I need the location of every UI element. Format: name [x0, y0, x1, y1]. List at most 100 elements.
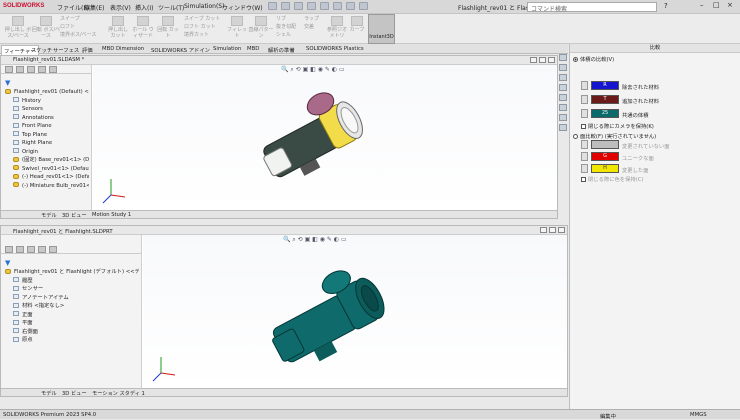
extrude-cut-button[interactable]: 押し出し カット [106, 16, 130, 39]
tab-mbd-dimension[interactable]: MBD Dimension [100, 45, 146, 53]
rib-button[interactable]: リブ [276, 16, 298, 22]
menu-insert[interactable]: 挿入(I) [135, 3, 153, 12]
tab-mbd[interactable]: MBD [245, 45, 261, 53]
tab-3d-view[interactable]: 3D ビュー [62, 212, 87, 219]
maximize-button[interactable]: □ [713, 1, 720, 9]
tab-3d-view[interactable]: 3D ビュー [62, 390, 87, 397]
removed-material-swatch[interactable]: R [591, 81, 619, 90]
tab-simulation[interactable]: Simulation [211, 45, 243, 53]
linear-pattern-button[interactable]: 直線パターン [248, 16, 274, 39]
tree-item[interactable]: History [5, 97, 89, 106]
search-input[interactable]: コマンド検索 [527, 2, 657, 13]
tree-item[interactable]: 右側面 [5, 328, 139, 337]
hole-wizard-button[interactable]: ホール ウィザード [130, 16, 156, 39]
feature-tree-icon[interactable] [5, 66, 13, 73]
tab-addins[interactable]: SOLIDWORKS アドイン [149, 45, 212, 55]
filter-icon[interactable]: ▼ [5, 79, 10, 87]
status-units[interactable]: MMGS [690, 412, 707, 418]
window-restore-button[interactable] [539, 57, 546, 63]
graphics-area-top[interactable]: 🔍 ⌕ ⟲ ▣ ◧ ◉ ✎ ◐ ▭ [93, 65, 557, 211]
help-icon[interactable]: ? [664, 2, 668, 10]
added-material-swatch[interactable]: T [591, 95, 619, 104]
tree-item[interactable]: Annotations [5, 114, 89, 123]
loft-cut-button[interactable]: ロフト カット [184, 24, 224, 30]
close-button[interactable]: × [727, 1, 733, 9]
keep-color-checkbox[interactable]: 閉じる際に色を保持(C) [581, 175, 644, 183]
tab-analysis-prep[interactable]: 解析の準備 [266, 45, 297, 55]
eye-icon[interactable] [581, 152, 588, 161]
pin-icon[interactable] [559, 124, 567, 131]
tree-item[interactable]: 原点 [5, 336, 139, 345]
draft-button[interactable]: 抜き勾配 [276, 24, 302, 30]
instant3d-button[interactable]: Instant3D [368, 14, 395, 44]
tree-item[interactable]: (-) Miniature Bulb_rev01< [5, 182, 89, 191]
design-library-icon[interactable] [559, 64, 567, 71]
tab-model[interactable]: モデル [41, 390, 57, 397]
wrap-button[interactable]: ラップ [304, 16, 326, 22]
window-restore-button[interactable] [549, 227, 556, 233]
tree-item[interactable]: Sensors [5, 105, 89, 114]
configuration-icon[interactable] [27, 246, 35, 253]
revolve-cut-button[interactable]: 回転 カット [156, 16, 180, 39]
display-manager-icon[interactable] [49, 66, 57, 73]
menu-simulation[interactable]: Simulation(S) [184, 3, 224, 10]
tree-item[interactable]: Origin [5, 148, 89, 157]
sweep-button[interactable]: スイープ [60, 16, 100, 22]
window-minimize-button[interactable] [540, 227, 547, 233]
dimxpert-icon[interactable] [38, 246, 46, 253]
eye-icon[interactable] [581, 109, 588, 118]
eye-icon[interactable] [581, 164, 588, 173]
tree-item[interactable]: センサー [5, 285, 139, 294]
property-manager-icon[interactable] [16, 246, 24, 253]
configuration-icon[interactable] [27, 66, 35, 73]
graphics-area-bottom[interactable]: 🔍 ⌕ ⟲ ▣ ◧ ◉ ✎ ◐ ▭ [143, 235, 567, 389]
display-manager-icon[interactable] [49, 246, 57, 253]
window-minimize-button[interactable] [530, 57, 537, 63]
tree-item[interactable]: Flashlight_rev01 (Default) <Displa [5, 88, 89, 97]
compare-icon[interactable] [559, 114, 567, 121]
view-palette-icon[interactable] [559, 84, 567, 91]
print-icon[interactable] [307, 2, 316, 10]
undo-icon[interactable] [320, 2, 329, 10]
shell-button[interactable]: シェル [276, 32, 298, 38]
eye-icon[interactable] [581, 140, 588, 149]
options-icon[interactable] [359, 2, 368, 10]
radio-volume-compare[interactable]: 体積の比較(V) [573, 55, 614, 63]
unchanged-face-swatch[interactable] [591, 140, 619, 149]
eye-icon[interactable] [581, 81, 588, 90]
property-manager-icon[interactable] [16, 66, 24, 73]
tab-model[interactable]: モデル [41, 212, 57, 219]
menu-window[interactable]: ウィンドウ(W) [222, 3, 263, 12]
tree-item[interactable]: Right Plane [5, 139, 89, 148]
tree-item[interactable]: (固定) Base_rev01<1> (Defa [5, 156, 89, 165]
tree-item[interactable]: 履歴 [5, 277, 139, 286]
menu-view[interactable]: 表示(V) [110, 3, 131, 12]
menu-edit[interactable]: 編集(E) [84, 3, 104, 12]
boundary-boss-button[interactable]: 境界ボス/ベース [60, 32, 104, 38]
tab-motion-study[interactable]: Motion Study 1 [92, 212, 131, 218]
rebuild-icon[interactable] [346, 2, 355, 10]
appearances-icon[interactable] [559, 94, 567, 101]
save-icon[interactable] [294, 2, 303, 10]
keep-camera-checkbox[interactable]: 閉じる際にカメラを保持(K) [581, 122, 654, 130]
tree-item[interactable]: Front Plane [5, 122, 89, 131]
sweep-cut-button[interactable]: スイープ カット [184, 16, 224, 22]
tree-item[interactable]: 平面 [5, 319, 139, 328]
tab-surfaces[interactable]: サーフェス [51, 45, 81, 55]
dimxpert-icon[interactable] [38, 66, 46, 73]
filter-icon[interactable]: ▼ [5, 259, 10, 267]
select-icon[interactable] [333, 2, 342, 10]
tab-motion-study[interactable]: モーション スタディ 1 [92, 390, 145, 397]
radio-face-compare[interactable]: 面比較(F) (実行されていません) [573, 132, 656, 140]
changed-face-swatch[interactable]: H [591, 164, 619, 173]
intersect-button[interactable]: 交差 [304, 24, 326, 30]
new-icon[interactable] [268, 2, 277, 10]
tree-item[interactable]: Top Plane [5, 131, 89, 140]
unique-face-swatch[interactable]: G [591, 152, 619, 161]
window-close-button[interactable] [548, 57, 555, 63]
tree-item[interactable]: (-) Head_rev01<1> (Defau [5, 173, 89, 182]
extrude-boss-button[interactable]: 押し出し ボス/ベース [3, 16, 33, 39]
tree-item[interactable]: Swivel_rev01<1> (Default< [5, 165, 89, 174]
window-close-button[interactable] [558, 227, 565, 233]
tab-evaluate[interactable]: 評価 [80, 45, 95, 55]
